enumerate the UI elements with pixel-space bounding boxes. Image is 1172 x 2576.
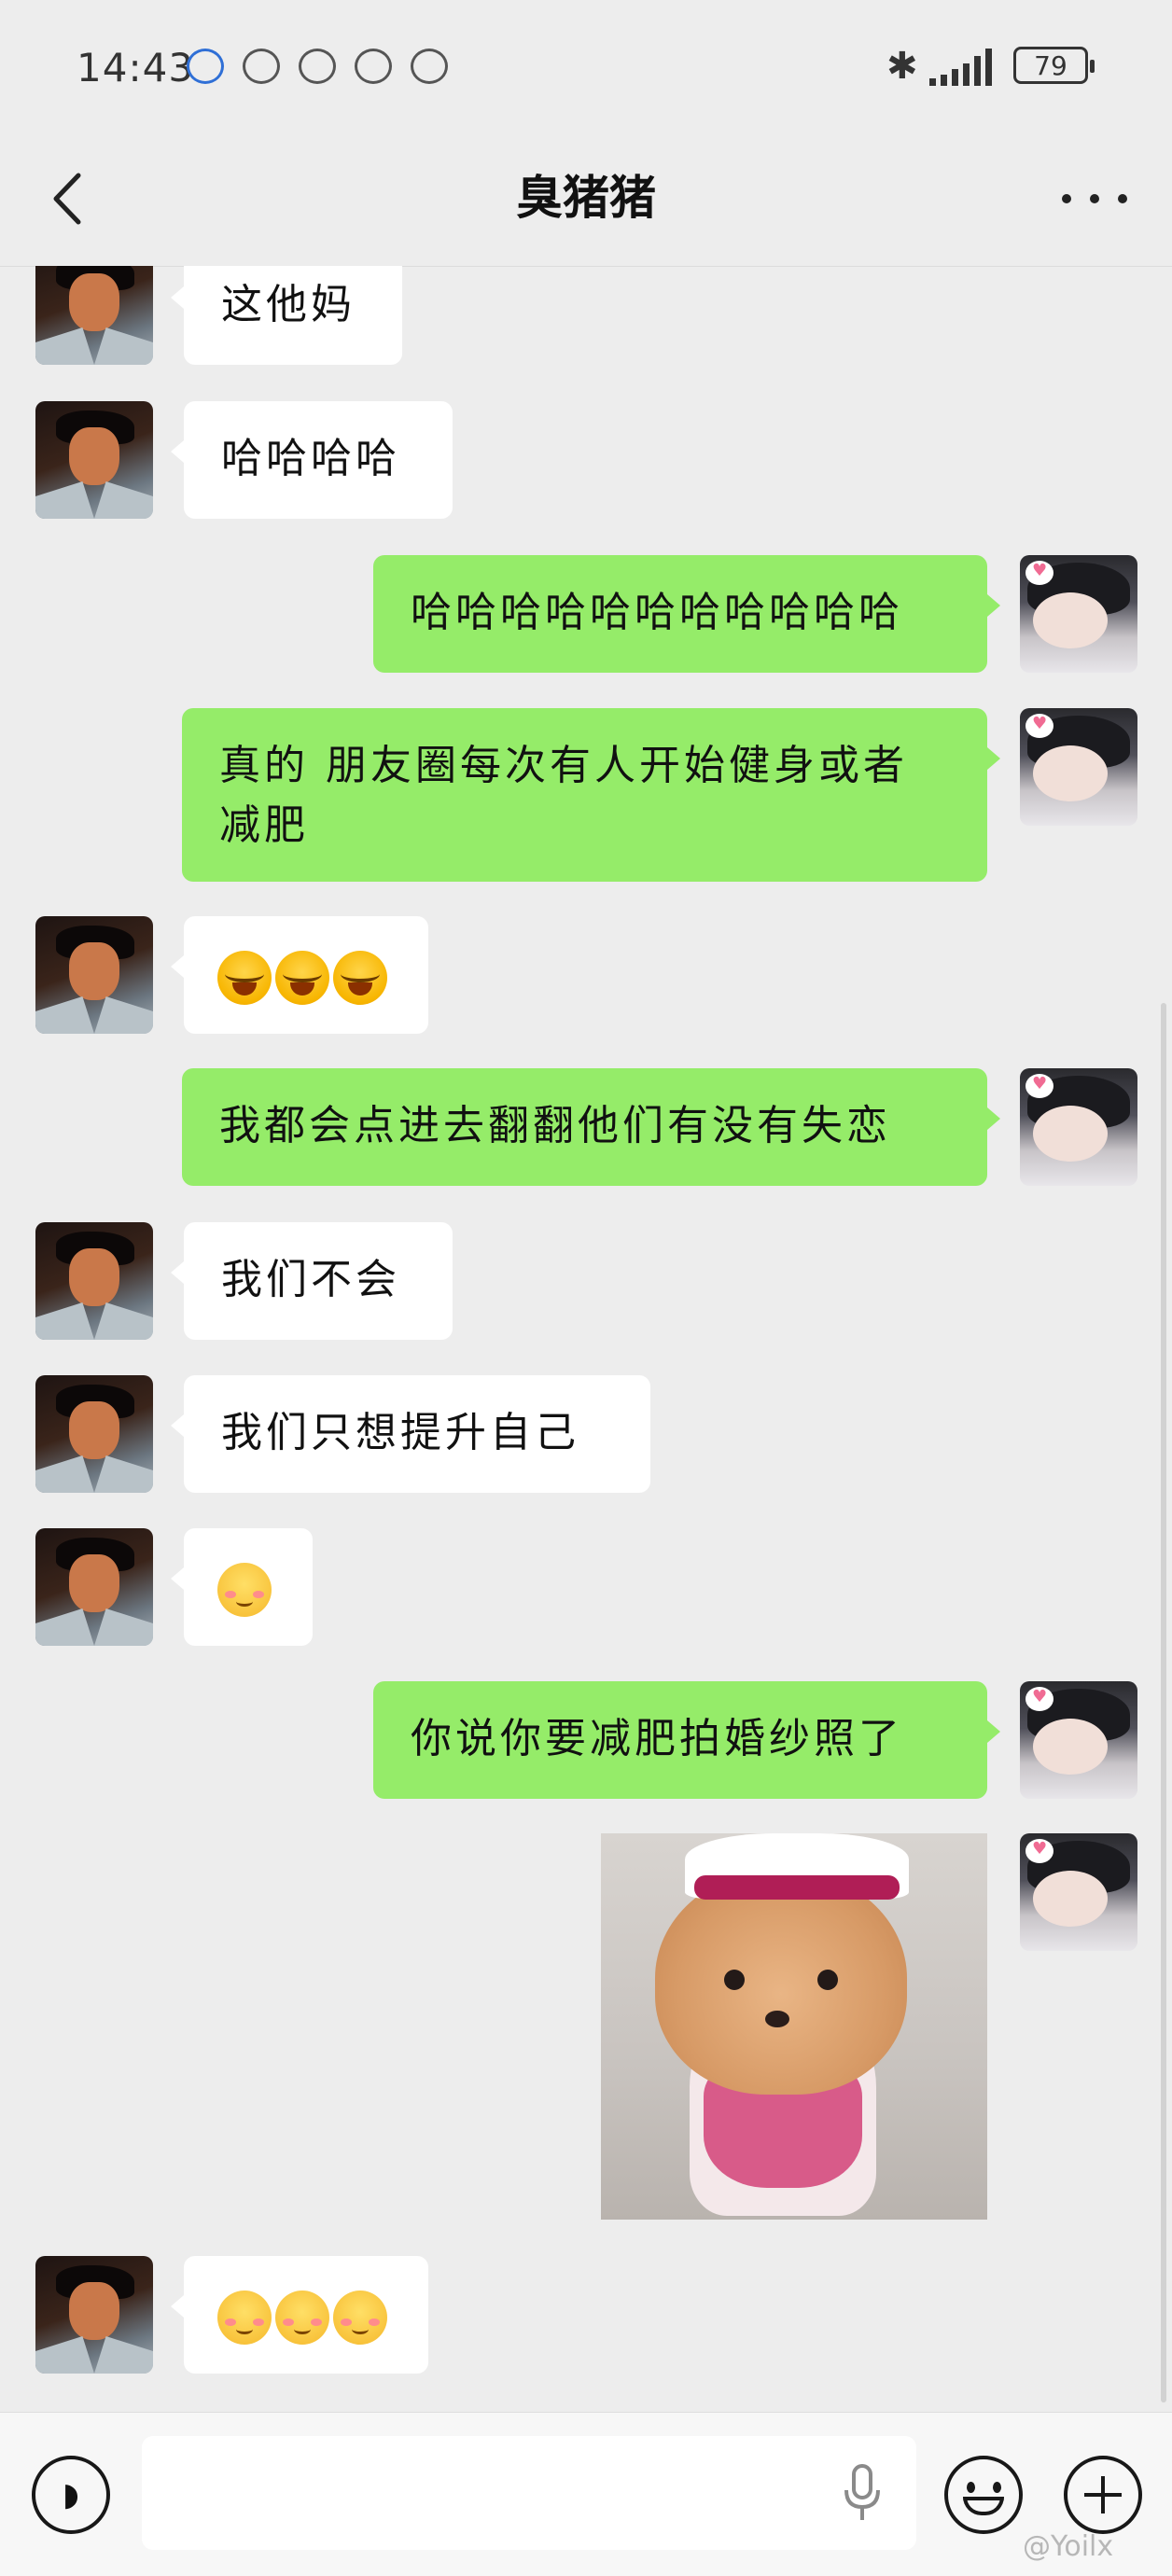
laughing-crying-emoji-icon [333,951,387,1005]
message-bubble-incoming[interactable]: 我们不会 [171,1222,453,1340]
chat-header: 臭猪猪 [0,140,1172,267]
chat-title: 臭猪猪 [516,171,656,225]
heart-icon [1026,561,1053,585]
input-bar: ◗ [0,2412,1172,2576]
message-text: 哈哈哈哈 [221,435,400,482]
status-bar: 14:43 ✱ 79 [0,0,1172,140]
message-bubble-incoming[interactable]: 哈哈哈哈 [171,401,453,519]
weather-notification-icon [411,49,448,84]
bluetooth-icon: ✱ [886,45,918,88]
message-text: 我们不会 [221,1256,400,1303]
contact-avatar[interactable] [35,1528,153,1646]
more-actions-button[interactable] [1064,2456,1142,2534]
laughing-crying-emoji-icon [275,951,329,1005]
my-avatar[interactable] [1020,555,1137,673]
message-bubble-outgoing[interactable]: 哈哈哈哈哈哈哈哈哈哈哈 [373,555,1000,673]
blush-emoji-icon [275,2291,329,2345]
laughing-crying-emoji-icon [217,951,272,1005]
message-text: 我都会点进去翻翻他们有没有失恋 [219,1102,891,1149]
app-notification-icon [187,49,224,84]
contact-avatar[interactable] [35,2256,153,2374]
message-bubble-outgoing[interactable]: 真的 朋友圈每次有人开始健身或者减肥 [182,708,1000,882]
contact-avatar[interactable] [35,1222,153,1340]
heart-icon [1026,714,1053,738]
message-text: 你说你要减肥拍婚纱照了 [411,1715,903,1762]
message-bubble-incoming[interactable]: 我们只想提升自己 [171,1375,650,1493]
message-bubble-outgoing[interactable]: 我都会点进去翻翻他们有没有失恋 [182,1068,1000,1186]
battery-icon: 79 [1013,47,1095,84]
blush-emoji-icon [217,1563,272,1617]
watermark: @Yoilx [1023,2530,1114,2563]
heart-icon [1026,1074,1053,1098]
weather-notification-icon [355,49,392,84]
voice-mode-button[interactable]: ◗ [32,2456,110,2534]
puppy-sticker-image[interactable] [601,1833,987,2220]
voice-wave-icon: ◗ [63,2476,79,2513]
my-avatar[interactable] [1020,1068,1137,1186]
message-text: 这他妈 [221,281,356,328]
more-dots-icon [1062,194,1071,203]
blush-emoji-icon [333,2291,387,2345]
message-text: 我们只想提升自己 [221,1409,579,1456]
message-input[interactable] [142,2436,916,2550]
scrollbar[interactable] [1161,1003,1166,2402]
contact-avatar[interactable] [35,401,153,519]
heart-icon [1026,1839,1053,1863]
weather-notification-icon [243,49,280,84]
contact-avatar[interactable] [35,916,153,1034]
more-options-button[interactable] [1062,166,1127,231]
message-bubble-incoming[interactable] [171,916,428,1034]
my-avatar[interactable] [1020,708,1137,826]
message-bubble-incoming[interactable] [171,2256,428,2374]
message-bubble-outgoing[interactable]: 你说你要减肥拍婚纱照了 [373,1681,1000,1799]
message-text: 真的 朋友圈每次有人开始健身或者减肥 [219,742,908,849]
heart-icon [1026,1687,1053,1711]
emoji-button[interactable] [944,2456,1023,2534]
weather-notification-icon [299,49,336,84]
my-avatar[interactable] [1020,1681,1137,1799]
my-avatar[interactable] [1020,1833,1137,1951]
contact-avatar[interactable] [35,1375,153,1493]
blush-emoji-icon [217,2291,272,2345]
status-time: 14:43 [77,45,195,91]
microphone-icon[interactable] [842,2464,883,2524]
battery-level: 79 [1034,49,1067,81]
signal-icon [929,49,992,86]
message-text: 哈哈哈哈哈哈哈哈哈哈哈 [411,589,903,636]
notification-icons [187,49,448,84]
message-bubble-incoming[interactable] [171,1528,313,1646]
